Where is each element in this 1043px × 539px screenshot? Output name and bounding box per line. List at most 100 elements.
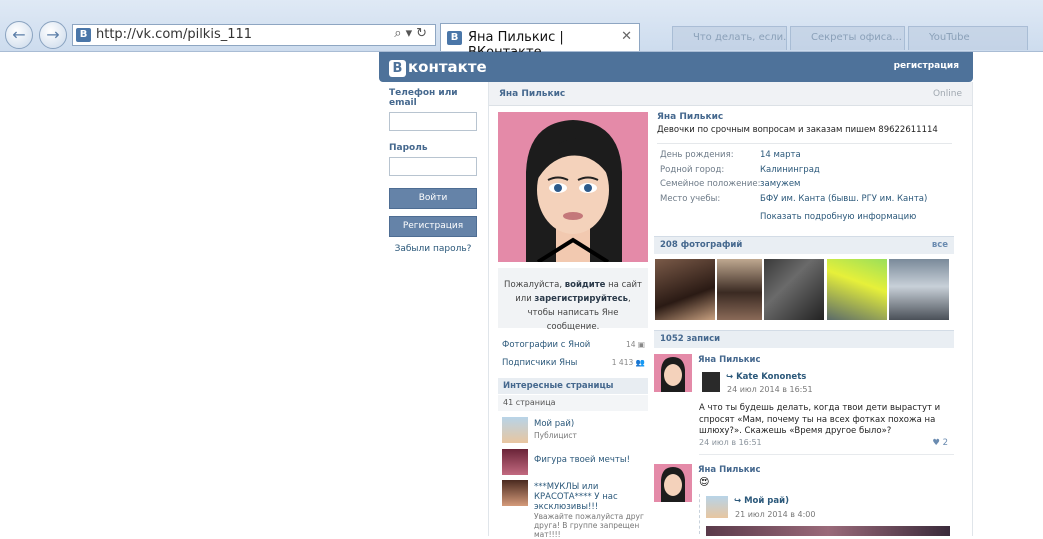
address-url[interactable]: http://vk.com/pilkis_111 bbox=[96, 27, 252, 42]
tab-active[interactable]: В Яна Пилькис | ВКонтакте ✕ bbox=[440, 23, 640, 60]
photos-header[interactable]: 208 фотографий все bbox=[654, 236, 954, 254]
close-tab-icon[interactable]: ✕ bbox=[621, 29, 632, 44]
info-key: День рождения: bbox=[660, 150, 734, 160]
online-status: Online bbox=[932, 89, 962, 99]
vk-page: Вконтакте регистрация Телефон или email … bbox=[379, 52, 973, 539]
photos-with-count-value: 14 bbox=[625, 340, 636, 349]
vk-tab-favicon-icon: В bbox=[447, 31, 462, 45]
page-title[interactable]: ***МУКЛЫ или КРАСОТА**** У нас эксклюзив… bbox=[534, 482, 646, 512]
vk-logo-icon: В bbox=[389, 60, 406, 77]
invite-login-link[interactable]: войдите bbox=[565, 280, 606, 290]
background-tab-3[interactable]: YouTube bbox=[908, 26, 1028, 50]
profile-name: Яна Пилькис bbox=[657, 112, 724, 122]
info-key: Семейное положение: bbox=[660, 179, 761, 189]
repost-date[interactable]: 24 июл 2014 в 16:51 bbox=[727, 385, 813, 394]
camera-icon: ▣ bbox=[637, 340, 645, 349]
info-row-education: Место учебы: БФУ им. Канта (бывш. РГУ им.… bbox=[657, 194, 957, 209]
phone-label: Телефон или email bbox=[389, 88, 458, 108]
profile-status: Девочки по срочным вопросам и заказам пи… bbox=[657, 125, 938, 135]
profile-info: Яна Пилькис Девочки по срочным вопросам … bbox=[657, 112, 957, 222]
info-value[interactable]: замужем bbox=[760, 179, 800, 189]
repost-icon: ↪ bbox=[734, 496, 745, 506]
logo-text: контакте bbox=[408, 58, 487, 76]
wall-header[interactable]: 1052 записи bbox=[654, 330, 954, 348]
password-input[interactable] bbox=[389, 157, 477, 176]
phone-input[interactable] bbox=[389, 112, 477, 131]
address-bar[interactable]: В http://vk.com/pilkis_111 ⌕▾↻ bbox=[72, 24, 436, 46]
interesting-pages-count: 41 страница bbox=[498, 395, 648, 411]
back-arrow-icon: ← bbox=[12, 25, 26, 44]
post-author-avatar[interactable] bbox=[654, 354, 692, 392]
login-panel: Телефон или email Пароль Войти Регистрац… bbox=[389, 88, 487, 254]
repost-icon: ↪ bbox=[726, 372, 737, 382]
photo-thumbnail[interactable] bbox=[655, 259, 715, 320]
forward-arrow-icon: → bbox=[46, 25, 60, 44]
search-refresh-icons[interactable]: ⌕▾↻ bbox=[394, 26, 431, 41]
followers-link[interactable]: Подписчики Яны 1 413 👥 bbox=[502, 358, 645, 368]
post-emoji: 😍 bbox=[699, 477, 710, 488]
followers-count: 1 413 👥 bbox=[612, 358, 645, 367]
like-button[interactable]: ♥ 2 bbox=[932, 438, 948, 448]
photo-thumbnail[interactable] bbox=[764, 259, 824, 320]
avatar-illustration bbox=[498, 112, 648, 262]
interesting-pages-header[interactable]: Интересные страницы bbox=[498, 378, 648, 394]
post-date[interactable]: 24 июл в 16:51 bbox=[699, 438, 762, 447]
page-thumbnail bbox=[502, 417, 528, 443]
repost-source-avatar[interactable] bbox=[702, 372, 720, 392]
info-value[interactable]: 14 марта bbox=[760, 150, 801, 160]
post-avatar-illustration bbox=[654, 354, 692, 392]
repost-date[interactable]: 21 июл 2014 в 4:00 bbox=[735, 510, 815, 519]
profile-content: Яна Пилькис Online Пожалуйста, войдите н… bbox=[488, 82, 973, 539]
info-row-relationship: Семейное положение: замужем bbox=[657, 179, 957, 194]
header-register-link[interactable]: регистрация bbox=[894, 61, 959, 71]
post-author-avatar[interactable] bbox=[654, 464, 692, 502]
repost-source-name: Мой рай) bbox=[744, 496, 789, 506]
page-thumbnail bbox=[502, 480, 528, 506]
info-key: Место учебы: bbox=[660, 193, 721, 204]
interesting-page-item[interactable]: Фигура твоей мечты! bbox=[502, 449, 648, 477]
repost-source-avatar[interactable] bbox=[706, 496, 728, 518]
post-author-name[interactable]: Яна Пилькис bbox=[698, 355, 761, 365]
vk-favicon-icon: В bbox=[76, 28, 91, 42]
background-tab-1[interactable]: Что делать, если... bbox=[672, 26, 787, 50]
register-button[interactable]: Регистрация bbox=[389, 216, 477, 237]
photo-thumbnail[interactable] bbox=[889, 259, 949, 320]
wall-post: Яна Пилькис ↪ Kate Kononets 24 июл 2014 … bbox=[654, 354, 954, 458]
invite-register-link[interactable]: зарегистрируйтесь bbox=[534, 294, 628, 304]
page-title[interactable]: Фигура твоей мечты! bbox=[534, 455, 646, 465]
page-subtitle: Уважайте пожалуйста друг друга! В группе… bbox=[534, 512, 644, 539]
post-text: А что ты будешь делать, когда твои дети … bbox=[699, 403, 941, 436]
page-subtitle: Публицист bbox=[534, 431, 577, 440]
info-value[interactable]: БФУ им. Канта (бывш. РГУ им. Канта) bbox=[760, 194, 927, 204]
repost-media-image[interactable] bbox=[706, 526, 950, 536]
repost-indent-line bbox=[699, 494, 701, 534]
invite-text-1: Пожалуйста, bbox=[504, 280, 565, 290]
page-thumbnail bbox=[502, 449, 528, 475]
page-title[interactable]: Мой рай) bbox=[534, 419, 646, 429]
photo-thumbnail[interactable] bbox=[717, 259, 762, 320]
photo-spacer bbox=[951, 259, 952, 320]
profile-title-bar: Яна Пилькис Online bbox=[489, 82, 972, 106]
vk-logo[interactable]: Вконтакте bbox=[389, 58, 487, 77]
login-button[interactable]: Войти bbox=[389, 188, 477, 209]
show-more-info-link[interactable]: Показать подробную информацию bbox=[760, 212, 957, 222]
info-value[interactable]: Калининград bbox=[760, 165, 820, 175]
repost-source[interactable]: ↪ Kate Kononets bbox=[726, 372, 806, 382]
forgot-password-link[interactable]: Забыли пароль? bbox=[389, 244, 477, 254]
photos-with-link[interactable]: Фотографии с Яной 14 ▣ bbox=[502, 340, 645, 350]
profile-avatar[interactable] bbox=[498, 112, 648, 262]
forward-button[interactable]: → bbox=[39, 21, 67, 49]
interesting-page-item[interactable]: ***МУКЛЫ или КРАСОТА**** У нас эксклюзив… bbox=[502, 480, 648, 539]
background-tab-2[interactable]: Секреты офиса... bbox=[790, 26, 905, 50]
photo-thumbnail[interactable] bbox=[827, 259, 887, 320]
repost-source[interactable]: ↪ Мой рай) bbox=[734, 496, 789, 506]
wall-post: Яна Пилькис 😍 ↪ Мой рай) 21 июл 2014 в 4… bbox=[654, 464, 954, 536]
profile-title-name: Яна Пилькис bbox=[499, 89, 566, 99]
photos-all-link[interactable]: все bbox=[932, 240, 948, 250]
back-button[interactable]: ← bbox=[5, 21, 33, 49]
like-count: 2 bbox=[942, 438, 948, 448]
followers-label: Подписчики Яны bbox=[502, 358, 578, 368]
post-divider bbox=[699, 454, 954, 455]
interesting-page-item[interactable]: Мой рай) Публицист bbox=[502, 417, 648, 445]
post-author-name[interactable]: Яна Пилькис bbox=[698, 465, 761, 475]
